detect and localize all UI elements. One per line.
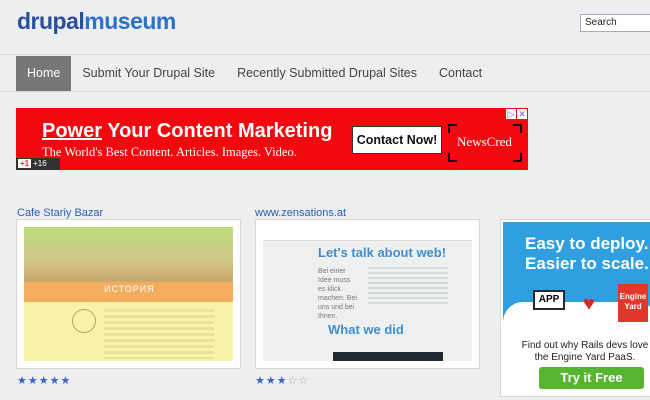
star-filled-icon[interactable]: ★ [17, 375, 28, 387]
nav-item-home[interactable]: Home [16, 56, 72, 91]
side-ad[interactable]: Easy to deploy. Easier to scale. APP ♥ En… [500, 219, 650, 397]
star-filled-icon[interactable]: ★ [277, 375, 288, 387]
rating-stars[interactable]: ★★★☆☆ [255, 374, 309, 387]
logo-text-drupal: drupal [17, 8, 85, 34]
ad-info-icon[interactable]: ▷ [506, 109, 516, 119]
rating-stars[interactable]: ★★★★★ [17, 374, 71, 387]
side-ad-panel: Easy to deploy. Easier to scale. APP ♥ En… [503, 222, 650, 394]
banner-ad[interactable]: Power Your Content Marketing The World's… [16, 108, 528, 170]
thumb-text-block [104, 309, 214, 359]
corner-mark-icon [513, 153, 522, 162]
logo-text-museum: museum [84, 8, 176, 34]
ad-subline: The World's Best Content. Articles. Imag… [42, 145, 297, 159]
ad-headline: Power Your Content Marketing [42, 120, 333, 142]
star-filled-icon[interactable]: ★ [255, 375, 266, 387]
thumb-illustration [24, 227, 233, 282]
ad-brand: NewsCred [457, 134, 512, 149]
site-thumbnail[interactable]: ИСТОРИЯ [24, 227, 233, 361]
site-thumbnail[interactable]: Let's talk about web! Bei einer Idee mus… [263, 227, 472, 361]
star-filled-icon[interactable]: ★ [50, 375, 61, 387]
site-title-zensations[interactable]: www.zensations.at [255, 207, 346, 219]
nav-item-submit[interactable]: Submit Your Drupal Site [71, 56, 226, 91]
thumb-heading: Let's talk about web! [318, 245, 447, 260]
engine-yard-logo: Engine Yard [618, 284, 648, 322]
nav-item-contact[interactable]: Contact [428, 56, 493, 91]
side-ad-text: Find out why Rails devs love the Engine … [521, 340, 649, 363]
emblem-icon [72, 309, 96, 333]
corner-mark-icon [448, 124, 457, 133]
gplus-button[interactable]: +1 +16 [16, 158, 60, 170]
ad-close-icon[interactable]: ✕ [517, 109, 527, 119]
star-filled-icon[interactable]: ★ [61, 375, 72, 387]
site-logo[interactable]: drupalmuseum [17, 8, 176, 35]
corner-mark-icon [448, 153, 457, 162]
site-card-cafe[interactable]: ИСТОРИЯ [16, 219, 241, 369]
ad-contact-button[interactable]: Contact Now! [352, 126, 442, 154]
thumb-heading-2: What we did [328, 322, 404, 337]
thumb-body: Bei einer Idee muss es klick machen. Bei… [318, 268, 357, 320]
site-title-cafe[interactable]: Cafe Stariy Bazar [17, 207, 103, 219]
thumb-header [263, 227, 472, 241]
app-icon: APP [533, 290, 565, 310]
search-input[interactable]: Search [580, 14, 650, 32]
star-empty-icon[interactable]: ☆ [288, 375, 299, 387]
nav-item-recent[interactable]: Recently Submitted Drupal Sites [226, 56, 428, 91]
thumb-text-block [368, 267, 448, 307]
star-filled-icon[interactable]: ★ [39, 375, 50, 387]
thumb-bar: ИСТОРИЯ [24, 282, 233, 302]
star-filled-icon[interactable]: ★ [28, 375, 39, 387]
divider-top [0, 54, 650, 55]
divider-nav [0, 91, 650, 92]
side-ad-headline: Easy to deploy. Easier to scale. [525, 234, 649, 273]
try-it-free-button[interactable]: Try it Free [539, 367, 644, 389]
site-card-zensations[interactable]: Let's talk about web! Bei einer Idee mus… [255, 219, 480, 369]
thumb-image-strip [333, 352, 443, 361]
corner-mark-icon [513, 124, 522, 133]
star-filled-icon[interactable]: ★ [266, 375, 277, 387]
heart-icon: ♥ [583, 293, 595, 315]
main-nav: Home Submit Your Drupal Site Recently Su… [16, 56, 493, 91]
star-empty-icon[interactable]: ☆ [299, 375, 310, 387]
